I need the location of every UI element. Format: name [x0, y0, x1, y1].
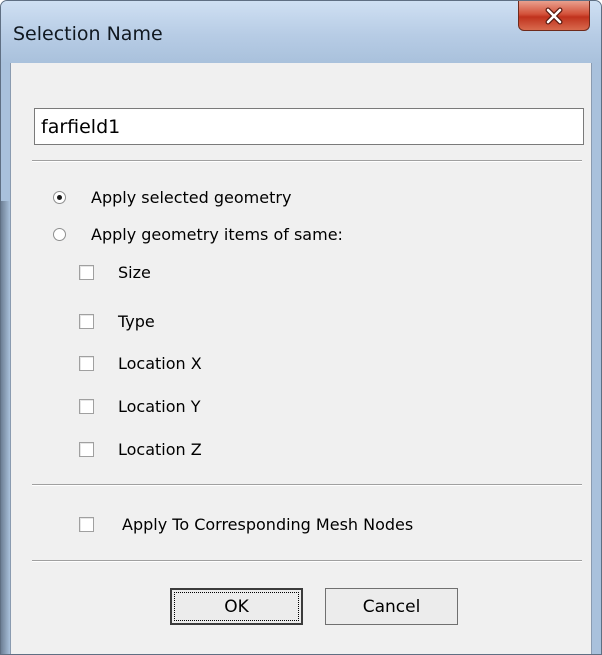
close-button[interactable] [518, 1, 590, 31]
selection-name-input[interactable] [34, 108, 584, 145]
checkbox-mesh-nodes[interactable] [79, 517, 94, 532]
radio-selected-geometry-label: Apply selected geometry [91, 188, 292, 207]
selection-name-dialog: Selection Name Apply selected geometry A… [0, 0, 602, 655]
separator-bottom [32, 560, 582, 562]
radio-same-items[interactable] [53, 228, 66, 241]
checkbox-size-label: Size [118, 263, 151, 282]
radio-selected-geometry[interactable] [53, 191, 66, 204]
checkbox-row-mesh-nodes[interactable]: Apply To Corresponding Mesh Nodes [79, 515, 413, 534]
checkbox-location-z-label: Location Z [118, 440, 202, 459]
checkbox-row-location-x[interactable]: Location X [79, 354, 202, 373]
checkbox-location-z[interactable] [79, 442, 94, 457]
radio-row-selected-geometry[interactable]: Apply selected geometry [53, 188, 291, 207]
dialog-body: Apply selected geometry Apply geometry i… [10, 63, 592, 654]
checkbox-type-label: Type [118, 312, 155, 331]
window-frame-shadow [1, 201, 10, 654]
ok-button[interactable]: OK [170, 588, 303, 625]
checkbox-mesh-nodes-label: Apply To Corresponding Mesh Nodes [122, 515, 414, 534]
checkbox-row-type[interactable]: Type [79, 312, 155, 331]
close-x-icon [545, 7, 563, 24]
separator-top [32, 160, 582, 162]
dialog-title: Selection Name [13, 23, 163, 45]
checkbox-row-location-z[interactable]: Location Z [79, 440, 202, 459]
radio-same-items-label: Apply geometry items of same: [91, 225, 343, 244]
checkbox-location-y[interactable] [79, 399, 94, 414]
checkbox-location-x-label: Location X [118, 354, 202, 373]
checkbox-row-location-y[interactable]: Location Y [79, 397, 201, 416]
radio-row-same-items[interactable]: Apply geometry items of same: [53, 225, 343, 244]
checkbox-size[interactable] [79, 265, 94, 280]
cancel-button[interactable]: Cancel [325, 588, 458, 625]
checkbox-row-size[interactable]: Size [79, 263, 151, 282]
title-bar[interactable]: Selection Name [1, 1, 601, 63]
checkbox-location-x[interactable] [79, 356, 94, 371]
checkbox-type[interactable] [79, 314, 94, 329]
checkbox-location-y-label: Location Y [118, 397, 201, 416]
separator-middle [32, 484, 582, 486]
